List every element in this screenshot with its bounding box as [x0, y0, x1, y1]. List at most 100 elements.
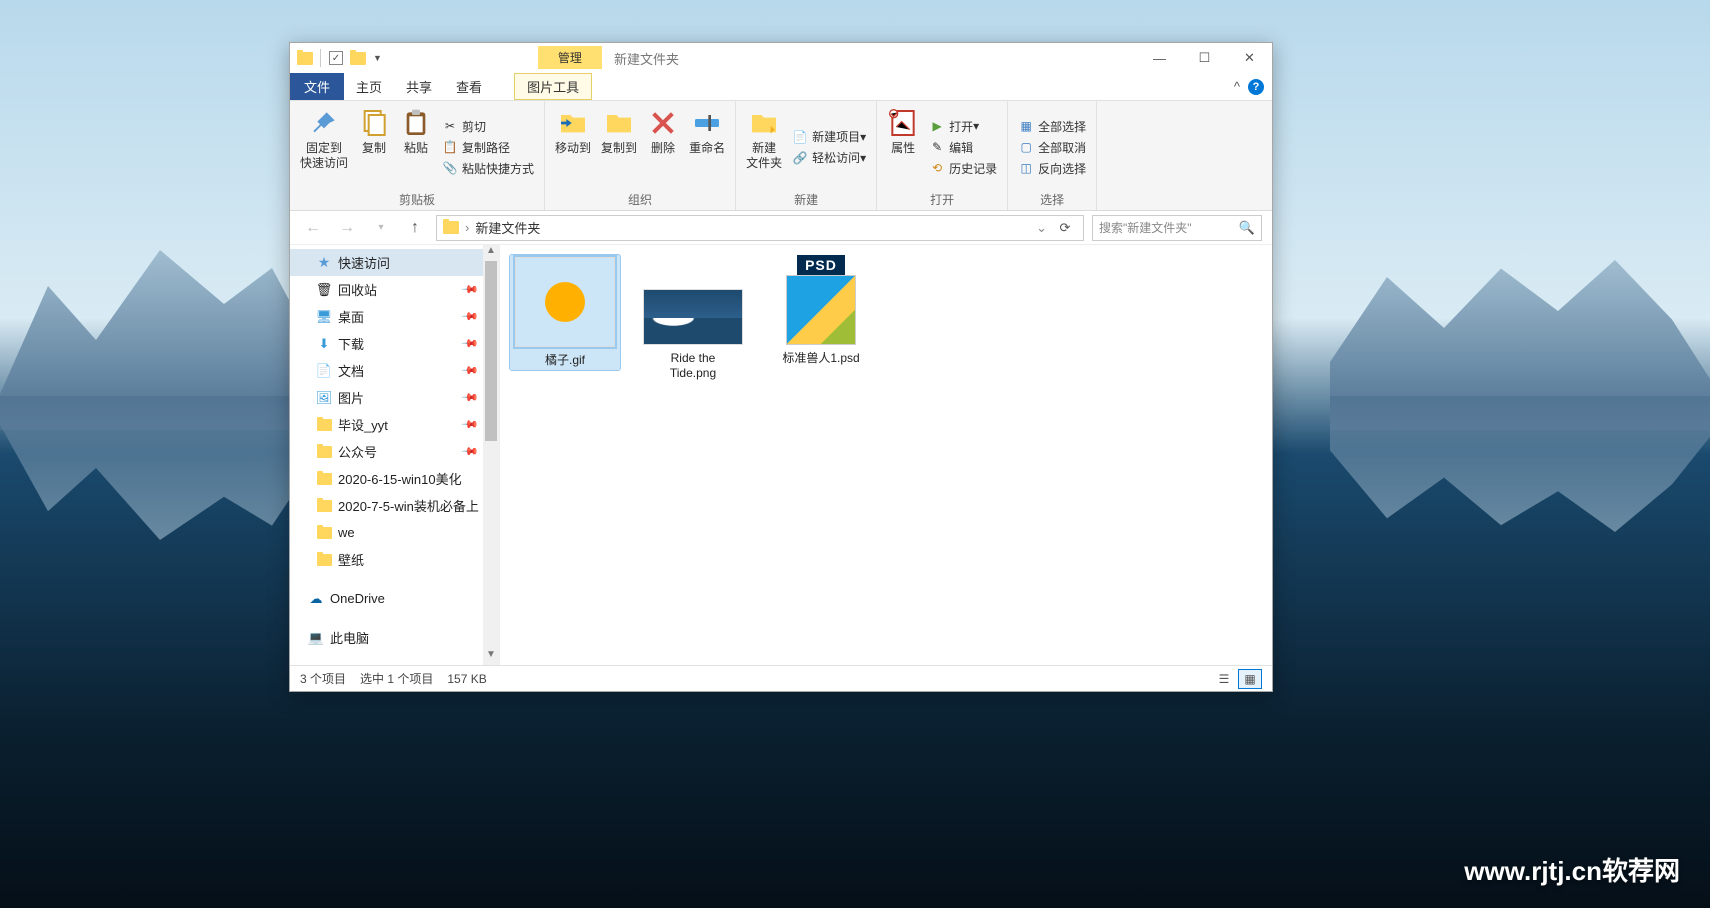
history-button[interactable]: ⟲历史记录: [925, 159, 1001, 178]
documents-icon: 📄: [316, 363, 332, 379]
status-count: 3 个项目: [300, 670, 346, 687]
new-item-button[interactable]: 📄新建项目 ▾: [788, 127, 870, 146]
pc-icon: 💻: [308, 630, 324, 646]
paste-shortcut-button[interactable]: 📎粘贴快捷方式: [438, 159, 538, 178]
sidebar-item-thispc[interactable]: 💻此电脑: [290, 624, 499, 651]
ribbon-group-organize: 移动到 复制到 删除 重命名 组织: [545, 101, 736, 210]
sidebar-item-recycle[interactable]: 🗑回收站📌: [290, 276, 499, 303]
view-thumbnails-button[interactable]: ▦: [1238, 669, 1262, 689]
titlebar: ✓ ▼ 管理 新建文件夹 — ☐ ✕: [290, 43, 1272, 73]
copy-button[interactable]: 复制: [354, 105, 394, 189]
view-details-button[interactable]: ☰: [1212, 669, 1236, 689]
menubar: 文件 主页 共享 查看 图片工具 ^ ?: [290, 73, 1272, 101]
back-button[interactable]: ←: [300, 215, 326, 241]
select-all-icon: ▦: [1018, 118, 1034, 134]
copy-to-icon: [603, 107, 635, 139]
up-button[interactable]: ↑: [402, 215, 428, 241]
sidebar-item-onedrive[interactable]: ☁OneDrive: [290, 585, 499, 612]
file-list[interactable]: 橘子.gif Ride the Tide.png PSD 标准兽人1.psd: [500, 245, 1272, 665]
properties-button[interactable]: 属性: [883, 105, 923, 189]
pin-icon: 📌: [461, 280, 480, 299]
sidebar-item-downloads[interactable]: ⬇下载📌: [290, 330, 499, 357]
status-size: 157 KB: [447, 672, 486, 686]
forward-button[interactable]: →: [334, 215, 360, 241]
sys-folder-icon[interactable]: [296, 49, 314, 67]
chevron-right-icon[interactable]: ›: [465, 220, 469, 235]
open-button[interactable]: ▶打开 ▾: [925, 117, 1001, 136]
paste-icon: [400, 107, 432, 139]
history-icon: ⟲: [929, 160, 945, 176]
minimize-button[interactable]: —: [1137, 43, 1182, 73]
sidebar-item-desktop[interactable]: 🖥桌面📌: [290, 303, 499, 330]
cut-button[interactable]: ✂剪切: [438, 117, 538, 136]
star-icon: ★: [316, 255, 332, 271]
ribbon-group-label: 组织: [551, 189, 729, 210]
close-button[interactable]: ✕: [1227, 43, 1272, 73]
folder-icon: [316, 471, 332, 487]
scroll-thumb[interactable]: [485, 261, 497, 441]
new-folder-icon: [748, 107, 780, 139]
recent-dropdown-icon[interactable]: ▾: [368, 215, 394, 241]
tab-home[interactable]: 主页: [344, 73, 394, 100]
nav-scrollbar[interactable]: ▲ ▼: [483, 245, 499, 665]
help-icon[interactable]: ?: [1248, 79, 1264, 95]
pictures-icon: 🖼: [316, 390, 332, 406]
tab-share[interactable]: 共享: [394, 73, 444, 100]
scroll-down-icon[interactable]: ▼: [483, 649, 499, 665]
pin-icon: 📌: [461, 361, 480, 380]
file-item[interactable]: 橘子.gif: [510, 255, 620, 370]
sidebar-item-quick-access[interactable]: ★快速访问: [290, 249, 499, 276]
copy-path-button[interactable]: 📋复制路径: [438, 138, 538, 157]
ribbon-group-select: ▦全部选择 ▢全部取消 ◫反向选择 选择: [1008, 101, 1097, 210]
paste-shortcut-icon: 📎: [442, 160, 458, 176]
ribbon-group-new: 新建 文件夹 📄新建项目 ▾ 🔗轻松访问 ▾ 新建: [736, 101, 877, 210]
ribbon-group-label: 剪贴板: [296, 189, 538, 210]
invert-selection-button[interactable]: ◫反向选择: [1014, 159, 1090, 178]
scroll-up-icon[interactable]: ▲: [483, 245, 499, 261]
recycle-icon: 🗑: [316, 282, 332, 298]
file-item[interactable]: PSD 标准兽人1.psd: [766, 255, 876, 366]
breadcrumb[interactable]: 新建文件夹: [475, 218, 540, 237]
collapse-ribbon-icon[interactable]: ^: [1234, 79, 1240, 94]
qat-properties-icon[interactable]: ✓: [327, 49, 345, 67]
pin-icon: 📌: [461, 307, 480, 326]
pin-icon: 📌: [461, 415, 480, 434]
easy-access-button[interactable]: 🔗轻松访问 ▾: [788, 148, 870, 167]
sidebar-item-folder[interactable]: we: [290, 519, 499, 546]
ribbon-group-label: 新建: [742, 189, 870, 210]
delete-icon: [647, 107, 679, 139]
ribbon-group-label: 打开: [883, 189, 1001, 210]
scissors-icon: ✂: [442, 118, 458, 134]
move-to-button[interactable]: 移动到: [551, 105, 595, 189]
new-folder-button[interactable]: 新建 文件夹: [742, 105, 786, 189]
select-none-button[interactable]: ▢全部取消: [1014, 138, 1090, 157]
pin-icon: 📌: [461, 334, 480, 353]
paste-button[interactable]: 粘贴: [396, 105, 436, 189]
address-bar[interactable]: › 新建文件夹 ⌄ ⟳: [436, 215, 1084, 241]
tab-file[interactable]: 文件: [290, 73, 344, 100]
tab-view[interactable]: 查看: [444, 73, 494, 100]
sidebar-item-folder[interactable]: 公众号📌: [290, 438, 499, 465]
delete-button[interactable]: 删除: [643, 105, 683, 189]
maximize-button[interactable]: ☐: [1182, 43, 1227, 73]
sidebar-item-folder[interactable]: 2020-6-15-win10美化: [290, 465, 499, 492]
qat-dropdown-icon[interactable]: ▼: [373, 53, 382, 63]
sidebar-item-folder[interactable]: 壁纸: [290, 546, 499, 573]
pin-quick-access-button[interactable]: 固定到 快速访问: [296, 105, 352, 189]
easy-access-icon: 🔗: [792, 150, 808, 166]
select-all-button[interactable]: ▦全部选择: [1014, 117, 1090, 136]
sidebar-item-pictures[interactable]: 🖼图片📌: [290, 384, 499, 411]
file-item[interactable]: Ride the Tide.png: [638, 255, 748, 381]
search-input[interactable]: 搜索"新建文件夹" 🔍: [1092, 215, 1262, 241]
sidebar-item-documents[interactable]: 📄文档📌: [290, 357, 499, 384]
refresh-icon[interactable]: ⟳: [1053, 220, 1077, 236]
sidebar-item-folder[interactable]: 毕设_yyt📌: [290, 411, 499, 438]
edit-button[interactable]: ✎编辑: [925, 138, 1001, 157]
edit-icon: ✎: [929, 139, 945, 155]
sidebar-item-folder[interactable]: 2020-7-5-win装机必备上: [290, 492, 499, 519]
qat-newfolder-icon[interactable]: [349, 49, 367, 67]
copy-to-button[interactable]: 复制到: [597, 105, 641, 189]
rename-button[interactable]: 重命名: [685, 105, 729, 189]
tab-picture-tools[interactable]: 图片工具: [514, 73, 592, 100]
address-dropdown-icon[interactable]: ⌄: [1036, 220, 1047, 236]
